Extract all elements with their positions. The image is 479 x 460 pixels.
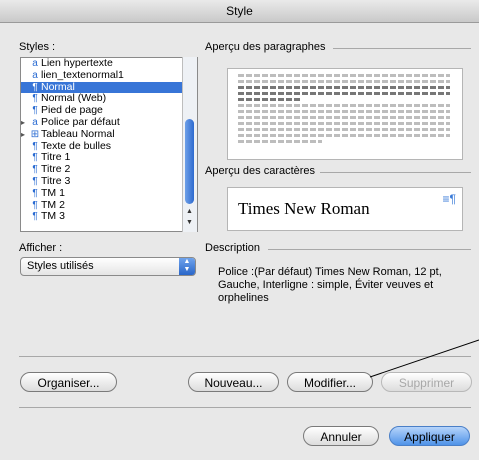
annotation-arrow: [369, 339, 479, 378]
annuler-button[interactable]: Annuler: [303, 426, 379, 446]
appliquer-button[interactable]: Appliquer: [389, 426, 470, 446]
divider-bottom: [19, 407, 471, 408]
